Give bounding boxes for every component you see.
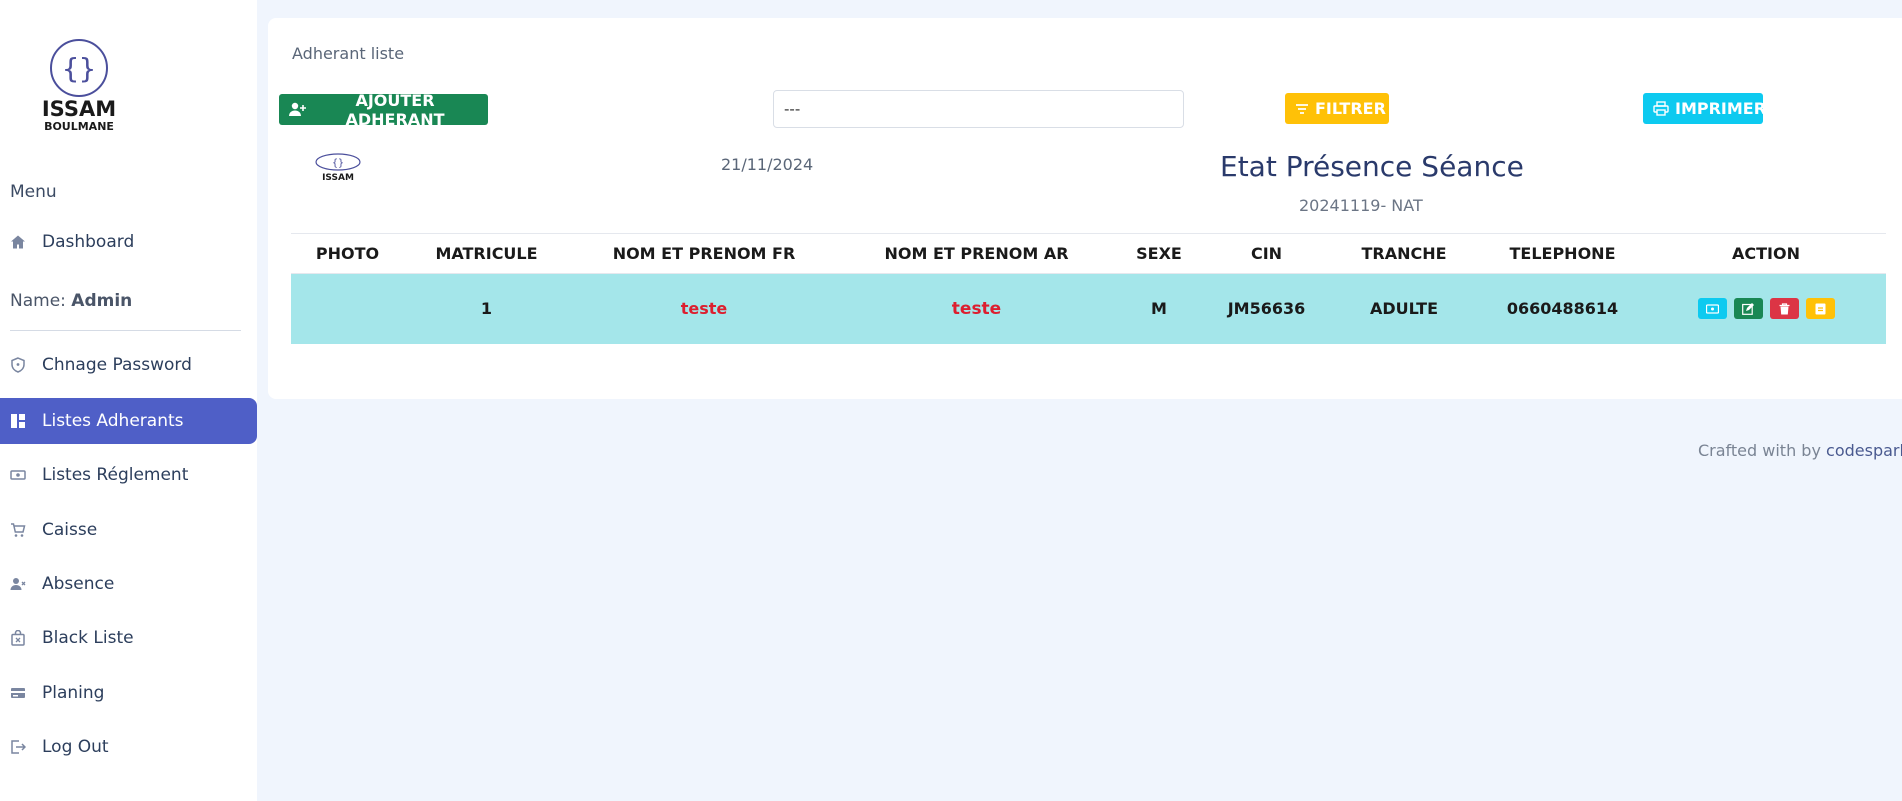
adherants-table: PHOTO MATRICULE NOM ET PRENOM FR NOM ET … (291, 233, 1886, 344)
cell-cin: JM56636 (1204, 273, 1329, 344)
cell-actions (1646, 273, 1886, 344)
sidebar-item-label: Log Out (42, 737, 109, 757)
report-subtitle: 20241119- NAT (1299, 196, 1423, 215)
svg-text:ISSAM: ISSAM (42, 97, 116, 121)
cell-matricule: 1 (404, 273, 569, 344)
print-button[interactable]: IMPRIMER (1643, 93, 1767, 124)
filter-label: FILTRER (1315, 99, 1386, 118)
svg-text:{}: {} (332, 158, 344, 169)
filter-icon (1295, 103, 1309, 115)
money-icon (1705, 304, 1719, 314)
edit-button[interactable] (1733, 298, 1763, 320)
add-adherant-label: AJOUTER ADHERANT (345, 90, 445, 129)
cell-nom-fr: teste (569, 273, 839, 344)
cell-photo (291, 273, 404, 344)
sidebar-item-log-out[interactable]: Log Out (0, 724, 257, 770)
sidebar-item-label: Caisse (42, 520, 98, 540)
sidebar-item-label: Listes Réglement (42, 465, 189, 485)
report-logo: {} ISSAM (315, 153, 361, 183)
footer-link[interactable]: codesparkhu (1826, 441, 1902, 460)
brand-logo[interactable]: {} ISSAM BOULMANE (34, 34, 124, 134)
sidebar: {} ISSAM BOULMANE Menu Dashboard Name: A… (0, 0, 257, 801)
user-name: Name: Admin (10, 291, 133, 311)
col-header-nom-fr: NOM ET PRENOM FR (569, 233, 839, 274)
breadcrumb: Adherant liste (292, 44, 405, 63)
user-plus-icon (289, 102, 306, 117)
user-x-icon (9, 575, 27, 593)
sidebar-item-label: Absence (42, 574, 115, 594)
footer: Crafted with by codesparkhu (1698, 441, 1902, 460)
filter-button[interactable]: FILTRER (1285, 93, 1389, 124)
print-label: IMPRIMER (1675, 99, 1767, 118)
sidebar-item-listes-adherants[interactable]: Listes Adherants (0, 398, 257, 444)
cell-telephone: 0660488614 (1479, 273, 1646, 344)
menu-title: Menu (10, 182, 57, 202)
printer-icon (1653, 101, 1669, 116)
home-icon (9, 233, 27, 251)
sidebar-item-listes-reglement[interactable]: Listes Réglement (0, 452, 257, 498)
sidebar-item-label: Planing (42, 683, 105, 703)
delete-button[interactable] (1769, 298, 1799, 320)
trash-icon (1779, 303, 1789, 315)
col-header-photo: PHOTO (291, 233, 404, 274)
sidebar-item-label: Chnage Password (42, 355, 192, 375)
sidebar-item-label: Listes Adherants (42, 411, 184, 431)
col-header-matricule: MATRICULE (404, 233, 569, 274)
sidebar-item-caisse[interactable]: Caisse (0, 507, 257, 553)
cell-tranche: ADULTE (1329, 273, 1479, 344)
card-icon (9, 684, 27, 702)
sidebar-item-absence[interactable]: Absence (0, 561, 257, 607)
sidebar-item-label: Dashboard (42, 232, 135, 252)
cart-icon (9, 521, 27, 539)
report-date: 21/11/2024 (721, 155, 814, 174)
col-header-sexe: SEXE (1114, 233, 1204, 274)
shield-icon (9, 356, 27, 374)
seance-select[interactable]: --- (773, 90, 1184, 128)
sidebar-divider (10, 330, 241, 331)
col-header-cin: CIN (1204, 233, 1329, 274)
sidebar-item-label: Black Liste (42, 628, 134, 648)
report-title: Etat Présence Séance (1220, 150, 1524, 183)
logout-icon (9, 738, 27, 756)
view-button[interactable] (1697, 298, 1727, 320)
col-header-telephone: TELEPHONE (1479, 233, 1646, 274)
svg-text:BOULMANE: BOULMANE (44, 120, 114, 133)
money-icon (9, 466, 27, 484)
cell-nom-ar: teste (839, 273, 1114, 344)
table-header-row: PHOTO MATRICULE NOM ET PRENOM FR NOM ET … (291, 233, 1886, 274)
cell-sexe: M (1114, 273, 1204, 344)
sidebar-item-dashboard[interactable]: Dashboard (0, 219, 257, 265)
svg-text:ISSAM: ISSAM (322, 173, 354, 183)
dashboard-grid-icon (9, 412, 27, 430)
bag-x-icon (9, 629, 27, 647)
sidebar-item-change-password[interactable]: Chnage Password (0, 342, 257, 388)
sidebar-item-planing[interactable]: Planing (0, 670, 257, 716)
extra-action-button[interactable] (1805, 298, 1835, 320)
col-header-action: ACTION (1646, 233, 1886, 274)
svg-text:{}: {} (62, 52, 96, 85)
sidebar-item-black-liste[interactable]: Black Liste (0, 615, 257, 661)
col-header-nom-ar: NOM ET PRENOM AR (839, 233, 1114, 274)
edit-icon (1742, 302, 1754, 315)
document-icon (1815, 303, 1825, 315)
col-header-tranche: TRANCHE (1329, 233, 1479, 274)
table-row: 1 teste teste M JM56636 ADULTE 066048861… (291, 273, 1886, 344)
add-adherant-button[interactable]: AJOUTER ADHERANT (279, 91, 488, 129)
